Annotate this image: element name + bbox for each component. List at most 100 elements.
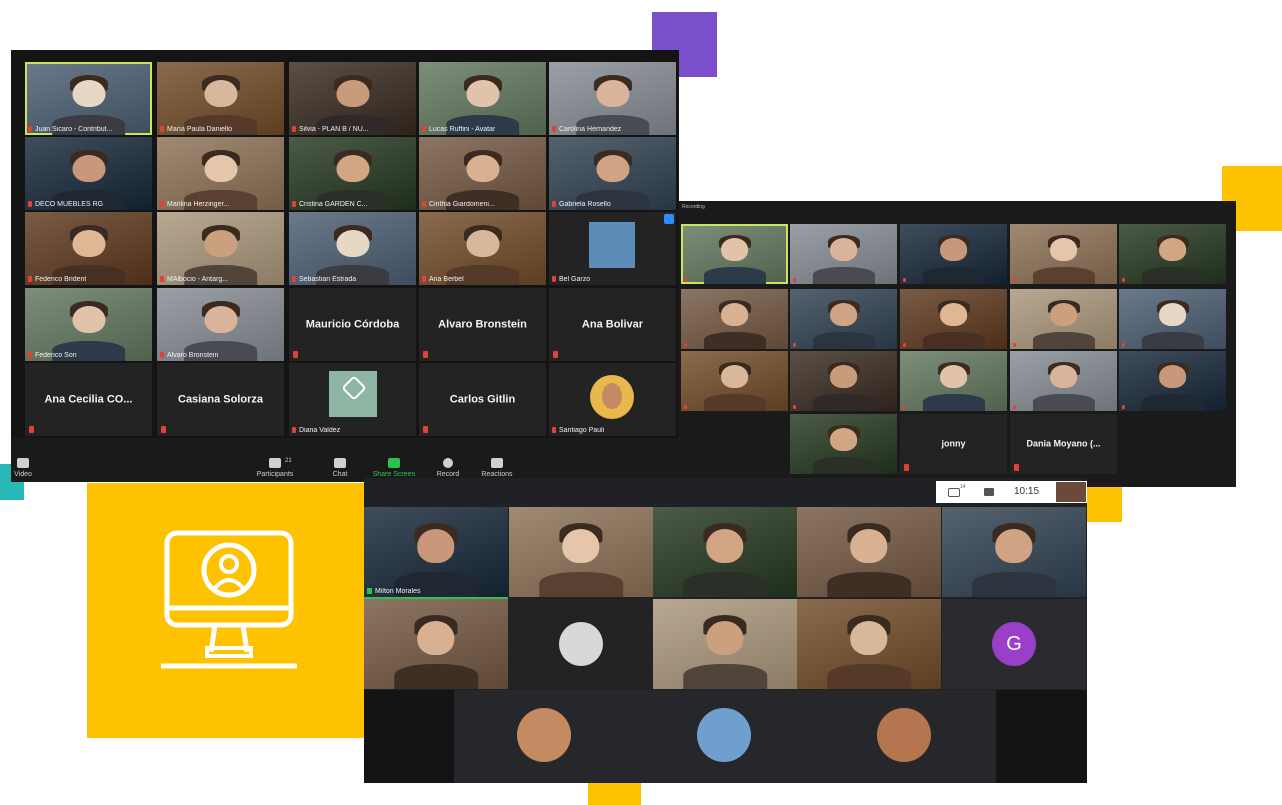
chat-button[interactable]: Chat	[310, 458, 370, 478]
participant-video-figure	[335, 154, 370, 183]
participant-tile-video[interactable]	[900, 351, 1007, 411]
participant-tile-video[interactable]	[364, 599, 508, 689]
mic-muted-icon	[29, 426, 34, 433]
participant-tile-video[interactable]: Marilina Herzinger...	[157, 137, 284, 210]
participant-tile-video[interactable]	[1119, 224, 1226, 284]
mic-muted-icon	[1013, 278, 1016, 282]
participant-video-figure	[1032, 332, 1095, 349]
participant-tile-avatar-photo[interactable]: Santiago Pauli	[549, 363, 676, 436]
participant-tile-video[interactable]	[653, 507, 797, 597]
top-bar: 14 10:15	[936, 481, 1087, 503]
participant-tile-video[interactable]	[790, 351, 897, 411]
video-button[interactable]: Video	[11, 458, 53, 478]
participant-tile-video[interactable]: Cinthia Giardomeni...	[419, 137, 546, 210]
participant-tile-no-video[interactable]: Ana Bolivar	[549, 288, 676, 361]
participant-tile-video[interactable]	[1010, 224, 1117, 284]
participant-name-label: Silvia - PLAN B / NU...	[292, 126, 369, 133]
avatar	[590, 375, 634, 419]
participant-video-figure	[972, 571, 1056, 597]
mic-muted-icon	[552, 201, 556, 207]
participant-video-figure	[1158, 303, 1187, 327]
participant-tile-video[interactable]: Federico Brident	[25, 212, 152, 285]
participants-button[interactable]: Participants	[245, 458, 305, 478]
participant-tile-video[interactable]: MAlbocio - Antarg...	[157, 212, 284, 285]
participant-tile-video[interactable]: Silvia - PLAN B / NU...	[289, 62, 416, 135]
participant-tile-logo[interactable]: Diana Valdez	[289, 363, 416, 436]
avatar: G	[992, 622, 1036, 666]
participant-name-label: Santiago Pauli	[552, 427, 604, 434]
participant-tile-no-video[interactable]: Alvaro Bronstein	[419, 288, 546, 361]
participant-tile-video[interactable]	[509, 507, 653, 597]
participant-video-figure	[922, 394, 985, 411]
record-button-label: Record	[436, 471, 460, 478]
participant-tile-video[interactable]	[653, 599, 797, 689]
zoom-window-gallery-2: Recording jonny Dania Moyano (...	[678, 201, 1236, 487]
participant-tile-video[interactable]	[790, 289, 897, 349]
participant-name-label	[1122, 404, 1128, 409]
participant-tile-no-video[interactable]: Casiana Solorza	[157, 363, 284, 436]
participant-tile-avatar-photo[interactable]	[509, 599, 653, 689]
share-screen-button-label: Share Screen	[372, 471, 416, 478]
participant-name-label: Ana Berbel	[422, 276, 464, 283]
participant-video-figure	[595, 79, 630, 108]
avatar[interactable]	[877, 708, 931, 762]
participant-tile-video[interactable]	[900, 224, 1007, 284]
participant-tile-video[interactable]	[797, 599, 941, 689]
participant-tile-video[interactable]: Ana Berbel	[419, 212, 546, 285]
participant-name-center: Mauricio Córdoba	[305, 317, 400, 330]
participants-icon[interactable]	[948, 488, 960, 497]
participant-tile-video[interactable]	[797, 507, 941, 597]
share-screen-button[interactable]: Share Screen	[364, 458, 424, 478]
participant-tile-video[interactable]	[900, 289, 1007, 349]
participant-tile-video[interactable]	[1119, 351, 1226, 411]
participant-video-figure	[995, 528, 1033, 563]
participant-video-figure	[829, 303, 858, 327]
participant-name-text: Federico Brident	[35, 276, 87, 283]
participant-tile-video[interactable]	[681, 224, 788, 284]
participant-tile-video[interactable]	[942, 507, 1086, 597]
participant-tile-video[interactable]	[681, 289, 788, 349]
participant-video-figure	[829, 428, 858, 452]
participant-tile-no-video[interactable]: Carlos Gitlin	[419, 363, 546, 436]
participant-tile-avatar[interactable]: G	[942, 599, 1086, 689]
participant-tile-avatar[interactable]: Bel Garzo	[549, 212, 676, 285]
participant-name-label	[903, 342, 909, 347]
participant-name-text: Carolina Hernandez	[559, 126, 622, 133]
participant-tile-video[interactable]	[790, 414, 897, 474]
participant-tile-video[interactable]	[1010, 351, 1117, 411]
participant-tile-video[interactable]: Milton Morales	[364, 507, 508, 599]
more-options-button[interactable]	[664, 214, 674, 224]
participant-tile-no-video[interactable]: Mauricio Córdoba	[289, 288, 416, 361]
participant-tile-video[interactable]	[1119, 289, 1226, 349]
participant-tile-no-video[interactable]: Dania Moyano (...	[1010, 414, 1117, 474]
participant-tile-video[interactable]	[1010, 289, 1117, 349]
chat-icon[interactable]	[984, 488, 994, 496]
active-speaker-name: Milton Morales	[375, 588, 421, 595]
participant-tile-video[interactable]: Juan Sicaro - Contribut...	[25, 62, 152, 135]
participant-tile-video[interactable]: DECO MUEBLES RG	[25, 137, 152, 210]
participant-tile-video[interactable]: Gabriela Rosello	[549, 137, 676, 210]
participant-tile-video[interactable]: Federico Son	[25, 288, 152, 361]
participant-video-figure	[850, 528, 888, 563]
participant-name-label: Alvaro Bronstein	[160, 352, 218, 359]
reactions-button[interactable]: Reactions	[467, 458, 527, 478]
participant-tile-video[interactable]	[790, 224, 897, 284]
participant-tile-video[interactable]: Lucas Ruffini - Avatar	[419, 62, 546, 135]
participant-video-figure	[203, 79, 238, 108]
avatar[interactable]	[517, 708, 571, 762]
mic-muted-icon	[160, 201, 164, 207]
participant-tile-no-video[interactable]: Ana Cecilia CO...	[25, 363, 152, 436]
participant-tile-video[interactable]: Alvaro Bronstein	[157, 288, 284, 361]
avatar[interactable]	[697, 708, 751, 762]
participant-tile-video[interactable]: Sebastian Estrada	[289, 212, 416, 285]
participant-tile-video[interactable]: Carolina Hernandez	[549, 62, 676, 135]
participant-name-label: Cristina GARDEN C...	[292, 201, 367, 208]
participant-tile-video[interactable]	[681, 351, 788, 411]
participant-tile-no-video[interactable]: jonny	[900, 414, 1007, 474]
participant-tile-video[interactable]: Cristina GARDEN C...	[289, 137, 416, 210]
participant-name-label	[793, 404, 799, 409]
mic-muted-icon	[1122, 343, 1125, 347]
participant-tile-video[interactable]: María Paula Daniello	[157, 62, 284, 135]
participant-video-figure	[850, 620, 888, 655]
mic-muted-icon	[684, 405, 687, 409]
